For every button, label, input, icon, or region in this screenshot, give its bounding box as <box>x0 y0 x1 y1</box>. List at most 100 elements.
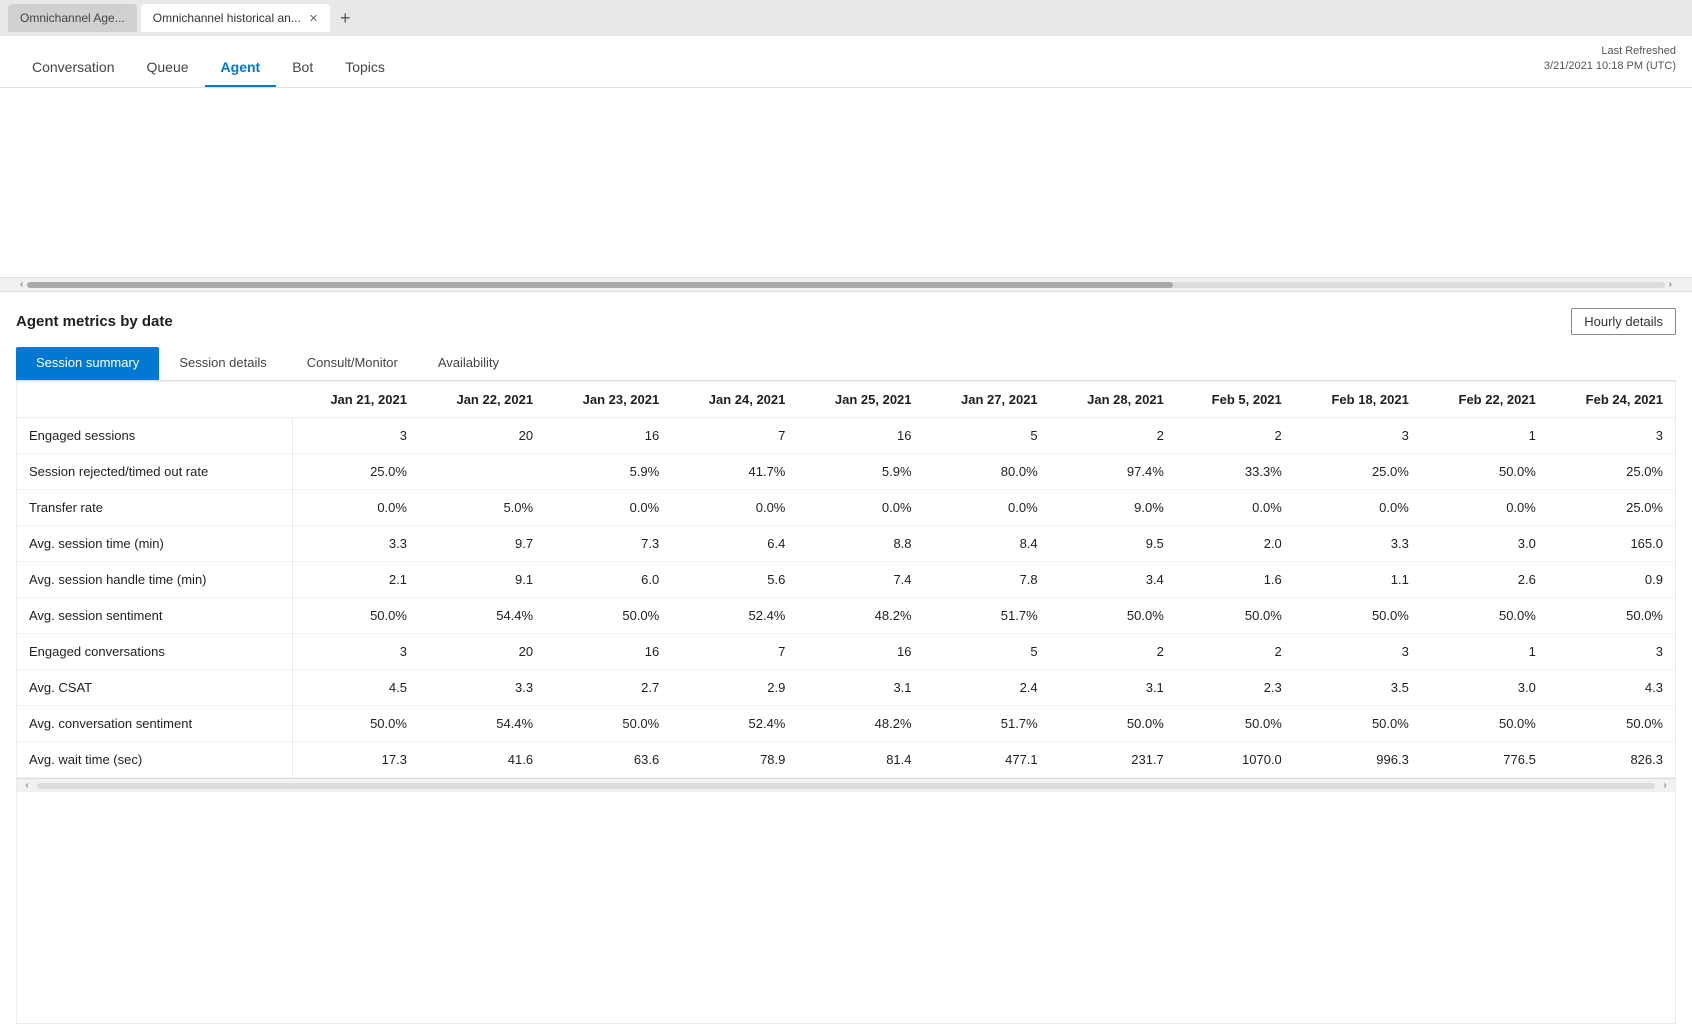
data-table-wrapper[interactable]: Jan 21, 2021 Jan 22, 2021 Jan 23, 2021 J… <box>16 381 1676 1024</box>
table-row: Avg. wait time (sec)17.341.663.678.981.4… <box>17 742 1675 778</box>
cell-value: 0.0% <box>671 490 797 526</box>
bottom-scrollbar[interactable]: ‹ › <box>17 778 1675 792</box>
cell-value: 0.0% <box>797 490 923 526</box>
col-header-feb5: Feb 5, 2021 <box>1176 382 1294 418</box>
cell-value: 7 <box>671 418 797 454</box>
cell-value: 3.3 <box>1294 526 1421 562</box>
col-header-jan27: Jan 27, 2021 <box>924 382 1050 418</box>
table-row: Avg. session handle time (min)2.19.16.05… <box>17 562 1675 598</box>
bottom-scroll-track[interactable] <box>37 783 1655 789</box>
sub-tabs: Session summary Session details Consult/… <box>16 347 1676 381</box>
chart-area <box>0 88 1692 278</box>
nav-item-bot[interactable]: Bot <box>276 45 329 87</box>
cell-value: 50.0% <box>1294 706 1421 742</box>
cell-value: 51.7% <box>924 706 1050 742</box>
last-refreshed-value: 3/21/2021 10:18 PM (UTC) <box>1544 59 1676 74</box>
cell-value: 63.6 <box>545 742 671 778</box>
scroll-bottom-right-arrow[interactable]: › <box>1655 780 1675 791</box>
cell-value: 3 <box>1294 418 1421 454</box>
col-header-jan28: Jan 28, 2021 <box>1050 382 1176 418</box>
scroll-right-arrow[interactable]: › <box>1669 279 1672 290</box>
cell-value: 2 <box>1050 634 1176 670</box>
nav-item-agent[interactable]: Agent <box>205 45 277 87</box>
cell-value: 8.4 <box>924 526 1050 562</box>
cell-value: 20 <box>419 418 545 454</box>
cell-value: 5.9% <box>545 454 671 490</box>
tab-session-summary[interactable]: Session summary <box>16 347 159 380</box>
table-row: Session rejected/timed out rate25.0%5.9%… <box>17 454 1675 490</box>
table-row: Avg. CSAT4.53.32.72.93.12.43.12.33.53.04… <box>17 670 1675 706</box>
cell-metric: Avg. session sentiment <box>17 598 293 634</box>
cell-value: 50.0% <box>1548 706 1675 742</box>
tab-session-details[interactable]: Session details <box>159 347 286 380</box>
col-header-jan24: Jan 24, 2021 <box>671 382 797 418</box>
col-header-feb24: Feb 24, 2021 <box>1548 382 1675 418</box>
cell-value: 0.0% <box>1294 490 1421 526</box>
scroll-thumb[interactable] <box>27 282 1173 288</box>
tab-availability[interactable]: Availability <box>418 347 519 380</box>
cell-metric: Engaged conversations <box>17 634 293 670</box>
cell-value: 78.9 <box>671 742 797 778</box>
cell-value: 3 <box>1548 634 1675 670</box>
add-tab-button[interactable]: + <box>334 8 357 29</box>
cell-value <box>419 454 545 490</box>
section-header: Agent metrics by date Hourly details <box>16 308 1676 335</box>
cell-value: 2.4 <box>924 670 1050 706</box>
col-header-feb22: Feb 22, 2021 <box>1421 382 1548 418</box>
tab-inactive[interactable]: Omnichannel Age... <box>8 4 137 32</box>
cell-metric: Avg. conversation sentiment <box>17 706 293 742</box>
cell-value: 50.0% <box>1548 598 1675 634</box>
tab-consult-monitor[interactable]: Consult/Monitor <box>287 347 418 380</box>
nav-item-conversation[interactable]: Conversation <box>16 45 131 87</box>
table-row: Avg. session time (min)3.39.77.36.48.88.… <box>17 526 1675 562</box>
cell-value: 3.0 <box>1421 526 1548 562</box>
col-header-metric <box>17 382 293 418</box>
nav-item-topics[interactable]: Topics <box>329 45 401 87</box>
cell-value: 48.2% <box>797 598 923 634</box>
scroll-left-arrow[interactable]: ‹ <box>20 279 23 290</box>
cell-value: 33.3% <box>1176 454 1294 490</box>
cell-value: 996.3 <box>1294 742 1421 778</box>
col-header-feb18: Feb 18, 2021 <box>1294 382 1421 418</box>
cell-value: 3 <box>1548 418 1675 454</box>
cell-value: 5 <box>924 418 1050 454</box>
cell-value: 48.2% <box>797 706 923 742</box>
scroll-track[interactable] <box>27 282 1664 288</box>
cell-value: 5.9% <box>797 454 923 490</box>
cell-value: 6.0 <box>545 562 671 598</box>
cell-value: 3.3 <box>293 526 419 562</box>
cell-value: 50.0% <box>1421 454 1548 490</box>
cell-value: 54.4% <box>419 598 545 634</box>
table-row: Engaged conversations32016716522313 <box>17 634 1675 670</box>
cell-value: 1070.0 <box>1176 742 1294 778</box>
cell-value: 5.0% <box>419 490 545 526</box>
cell-value: 50.0% <box>1176 706 1294 742</box>
table-row: Engaged sessions32016716522313 <box>17 418 1675 454</box>
cell-value: 1.1 <box>1294 562 1421 598</box>
nav-item-queue[interactable]: Queue <box>131 45 205 87</box>
cell-value: 9.1 <box>419 562 545 598</box>
close-icon[interactable]: ✕ <box>309 12 318 25</box>
tab-active[interactable]: Omnichannel historical an... ✕ <box>141 4 330 32</box>
cell-value: 4.3 <box>1548 670 1675 706</box>
top-nav: Conversation Queue Agent Bot Topics Last… <box>0 36 1692 88</box>
hourly-details-button[interactable]: Hourly details <box>1571 308 1676 335</box>
cell-value: 25.0% <box>1548 490 1675 526</box>
cell-value: 80.0% <box>924 454 1050 490</box>
col-header-jan22: Jan 22, 2021 <box>419 382 545 418</box>
cell-value: 17.3 <box>293 742 419 778</box>
cell-metric: Transfer rate <box>17 490 293 526</box>
scroll-bottom-left-arrow[interactable]: ‹ <box>17 780 37 791</box>
col-header-jan21: Jan 21, 2021 <box>293 382 419 418</box>
cell-value: 50.0% <box>1421 598 1548 634</box>
horizontal-scrollbar[interactable]: ‹ › <box>0 278 1692 292</box>
cell-value: 7.8 <box>924 562 1050 598</box>
tab-label: Omnichannel Age... <box>20 11 125 25</box>
cell-value: 50.0% <box>545 706 671 742</box>
cell-metric: Engaged sessions <box>17 418 293 454</box>
cell-value: 50.0% <box>293 598 419 634</box>
cell-value: 9.0% <box>1050 490 1176 526</box>
cell-value: 3.1 <box>1050 670 1176 706</box>
cell-value: 2.0 <box>1176 526 1294 562</box>
table-row: Avg. session sentiment50.0%54.4%50.0%52.… <box>17 598 1675 634</box>
